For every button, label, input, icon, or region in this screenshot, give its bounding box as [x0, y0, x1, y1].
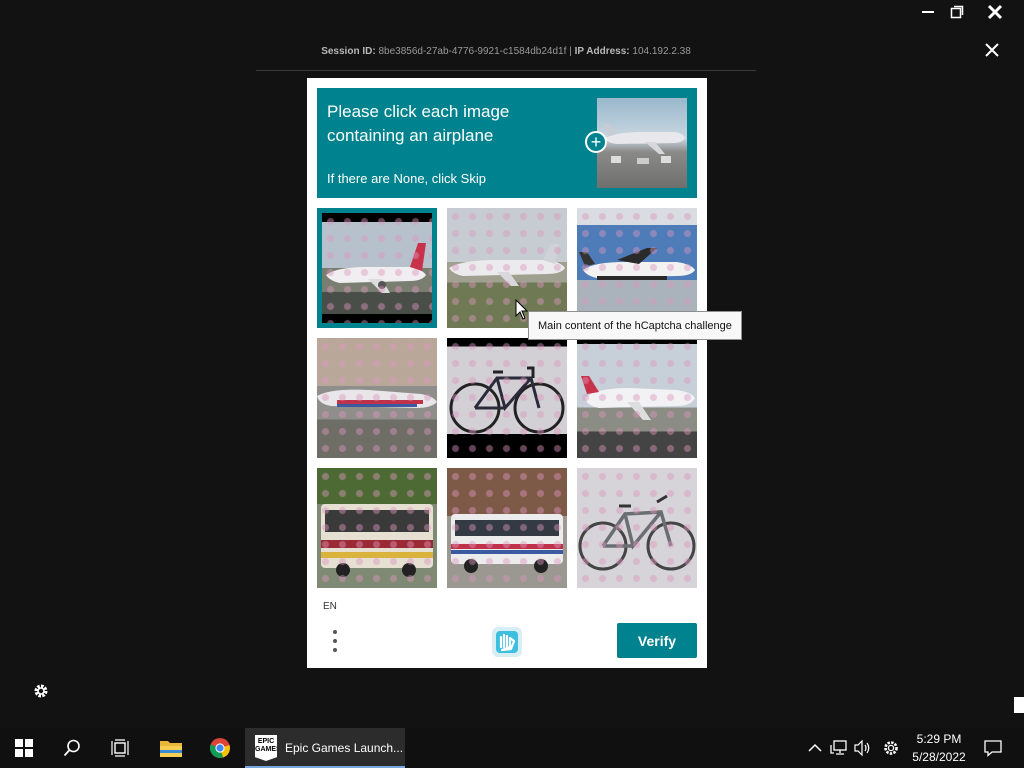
prompt-title: Please click each image containing an ai…	[327, 102, 510, 145]
session-separator: |	[569, 46, 572, 57]
restore-icon	[950, 5, 964, 19]
session-divider	[256, 70, 756, 71]
restore-button[interactable]	[940, 0, 974, 24]
noise-overlay	[577, 338, 697, 458]
task-view-icon	[111, 739, 129, 757]
volume-button[interactable]	[851, 728, 875, 768]
ip-label: IP Address:	[574, 46, 630, 57]
noise-overlay	[317, 468, 437, 588]
image-grid	[317, 208, 697, 588]
speaker-icon	[854, 740, 870, 756]
network-button[interactable]	[827, 728, 851, 768]
session-info: Session ID: 8be3856d-27ab-4776-9921-c158…	[256, 46, 756, 57]
image-tile-9[interactable]	[577, 468, 697, 588]
task-view-button[interactable]	[96, 728, 144, 768]
file-explorer-button[interactable]	[147, 728, 195, 768]
dot-icon	[333, 639, 337, 643]
ip-value: 104.192.2.38	[632, 46, 691, 57]
image-tile-5[interactable]	[447, 338, 567, 458]
search-icon	[63, 739, 80, 757]
system-clock[interactable]: 5:29 PM 5/28/2022	[900, 730, 978, 766]
dot-icon	[333, 630, 337, 634]
noise-overlay	[447, 338, 567, 458]
overlay-close-button[interactable]	[980, 38, 1004, 62]
mouse-cursor-icon	[515, 299, 529, 320]
folder-icon	[160, 741, 182, 757]
hcaptcha-challenge: Please click each image containing an ai…	[307, 78, 707, 668]
image-tile-2[interactable]	[447, 208, 567, 328]
settings-gear-icon[interactable]	[32, 682, 50, 700]
window-close-button[interactable]	[978, 0, 1012, 24]
image-tile-1[interactable]	[317, 208, 437, 328]
prompt-subtitle: If there are None, click Skip	[327, 171, 486, 186]
session-id-label: Session ID:	[321, 46, 376, 57]
tray-expand-button[interactable]	[803, 728, 827, 768]
noise-overlay	[577, 468, 697, 588]
search-button[interactable]	[48, 728, 96, 768]
close-icon	[985, 43, 999, 57]
noise-overlay	[447, 208, 567, 328]
gear-icon	[884, 741, 898, 755]
challenge-prompt: Please click each image containing an ai…	[317, 88, 697, 198]
notification-icon	[984, 740, 1002, 757]
verify-button[interactable]: Verify	[617, 623, 697, 658]
notification-button[interactable]	[978, 728, 1008, 768]
image-tile-6[interactable]	[577, 338, 697, 458]
chrome-icon	[209, 738, 230, 758]
image-tile-7[interactable]	[317, 468, 437, 588]
language-selector[interactable]: EN	[323, 601, 337, 612]
clock-date: 5/28/2022	[912, 750, 966, 764]
network-icon	[830, 740, 847, 755]
hcaptcha-logo-icon[interactable]	[490, 625, 524, 659]
taskbar: EPIC GAMES Epic Games Launch... 5:29 PM …	[0, 728, 1024, 768]
clock-time: 5:29 PM	[916, 732, 962, 746]
session-id-value: 8be3856d-27ab-4776-9921-c1584db24d1f	[378, 46, 567, 57]
image-tile-3[interactable]	[577, 208, 697, 328]
example-image	[597, 98, 687, 188]
tooltip: Main content of the hCaptcha challenge	[528, 311, 742, 340]
image-tile-4[interactable]	[317, 338, 437, 458]
image-tile-8[interactable]	[447, 468, 567, 588]
menu-button[interactable]	[327, 626, 343, 656]
close-icon	[987, 4, 1003, 20]
noise-overlay	[322, 213, 432, 323]
windows-logo-icon	[15, 739, 33, 757]
noise-overlay	[577, 208, 697, 328]
chrome-button[interactable]	[196, 728, 244, 768]
start-button[interactable]	[0, 728, 48, 768]
taskbar-app-label: Epic Games Launch...	[285, 741, 404, 755]
edge-marker	[1014, 697, 1024, 713]
taskbar-app-epic-games[interactable]: EPIC GAMES Epic Games Launch...	[245, 728, 405, 768]
chevron-up-icon	[808, 743, 822, 752]
example-plus-icon: +	[585, 131, 607, 153]
epic-games-logo-icon: EPIC GAMES	[255, 735, 277, 761]
dot-icon	[333, 648, 337, 652]
noise-overlay	[447, 468, 567, 588]
minimize-icon	[922, 11, 934, 13]
noise-overlay	[317, 338, 437, 458]
